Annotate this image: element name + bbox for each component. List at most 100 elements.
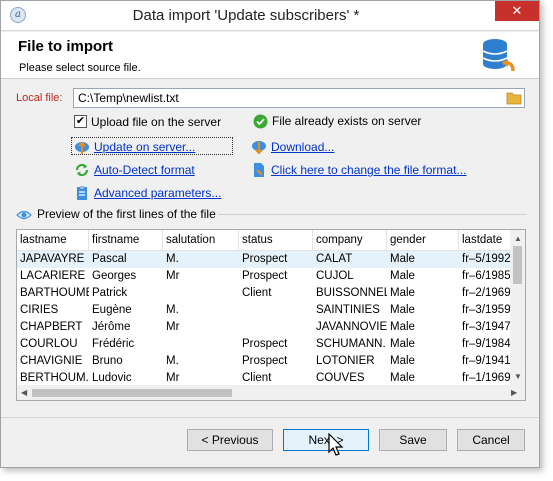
vertical-scroll-thumb[interactable] xyxy=(513,246,522,284)
title-bar[interactable]: a Data import 'Update subscribers' * ✕ xyxy=(1,1,539,31)
table-cell: JAPAVAYRE xyxy=(20,253,85,265)
upload-checkbox[interactable]: ✔ xyxy=(74,115,87,128)
column-header[interactable]: lastdate xyxy=(459,230,511,251)
mouse-cursor-icon xyxy=(328,433,344,456)
table-cell xyxy=(163,336,239,353)
table-cell xyxy=(239,302,313,319)
table-cell: CHAPBERT xyxy=(20,321,83,333)
previous-button[interactable]: < Previous xyxy=(187,429,273,451)
table-cell xyxy=(163,285,239,302)
table-cell: Jérôme xyxy=(92,321,131,333)
update-on-server-link[interactable]: Update on server... xyxy=(74,139,234,156)
database-import-icon xyxy=(482,39,515,72)
table-row[interactable]: JAPAVAYRE Pascal M. Prospect CALAT Male fr–5/1… xyxy=(17,251,511,268)
cloud-download-icon xyxy=(252,141,266,155)
table-cell: Mr xyxy=(166,270,180,282)
table-cell: Patrick xyxy=(92,287,128,299)
table-row[interactable]: BARTHOUME Patrick Client BUISSONNEL Male fr–2… xyxy=(17,285,511,302)
table-cell: fr–2/1969 xyxy=(462,287,511,299)
table-cell: Male xyxy=(390,338,415,350)
cloud-upload-icon xyxy=(75,141,89,154)
auto-detect-link-text[interactable]: Auto-Detect format xyxy=(94,163,195,177)
table-cell: Client xyxy=(242,287,272,299)
save-button[interactable]: Save xyxy=(379,429,447,451)
scroll-down-arrow[interactable]: ▼ xyxy=(514,372,522,382)
table-cell: Pascal xyxy=(92,253,127,265)
eye-icon xyxy=(16,210,32,220)
next-button[interactable]: Next > xyxy=(283,429,369,451)
column-header[interactable]: gender xyxy=(387,230,459,251)
preview-separator xyxy=(218,214,527,215)
table-row[interactable]: CHAVIGNIE Bruno M. Prospect LOTONIER Male fr–9… xyxy=(17,353,511,370)
scroll-left-arrow[interactable]: ◀ xyxy=(21,388,27,398)
window-title: Data import 'Update subscribers' * xyxy=(132,7,360,24)
table-cell: SAINTINIES xyxy=(316,304,380,316)
preview-grid[interactable]: lastname firstname salutation status company… xyxy=(16,229,526,401)
table-cell: Male xyxy=(390,270,415,282)
local-file-label: Local file: xyxy=(16,92,63,104)
auto-detect-link[interactable]: Auto-Detect format xyxy=(74,162,224,179)
document-edit-icon xyxy=(254,163,264,177)
horizontal-scrollbar[interactable]: ◀ ▶ xyxy=(17,385,525,400)
column-header[interactable]: lastname xyxy=(17,230,89,251)
horizontal-scroll-thumb[interactable] xyxy=(32,389,232,397)
advanced-parameters-link-text[interactable]: Advanced parameters... xyxy=(94,186,221,200)
page-subtitle: Please select source file. xyxy=(19,62,141,74)
folder-icon[interactable] xyxy=(506,90,522,105)
column-header[interactable]: status xyxy=(239,230,313,251)
update-on-server-link-text[interactable]: Update on server... xyxy=(94,140,195,154)
table-cell: Male xyxy=(390,355,415,367)
table-cell: SCHUMANN. xyxy=(316,338,386,350)
table-cell: CIRIES xyxy=(20,304,59,316)
table-row[interactable]: COURLOU Frédéric Prospect SCHUMANN. Male fr–9… xyxy=(17,336,511,353)
table-cell: LOTONIER xyxy=(316,355,375,367)
table-row[interactable]: LACARIERE Georges Mr Prospect CUJOL Male fr–6/… xyxy=(17,268,511,285)
table-cell: JAVANNOVIE xyxy=(316,321,387,333)
table-cell: Prospect xyxy=(242,270,288,282)
refresh-icon xyxy=(75,163,89,177)
table-row[interactable]: CIRIES Eugène M. SAINTINIES Male fr–3/1959 xyxy=(17,302,511,319)
table-cell: BUISSONNEL xyxy=(316,287,387,299)
table-cell: Prospect xyxy=(242,338,288,350)
vertical-scrollbar[interactable]: ▲ ▼ xyxy=(510,230,525,386)
grid-header: lastname firstname salutation status company… xyxy=(17,230,511,251)
close-button[interactable]: ✕ xyxy=(495,1,539,21)
table-cell: fr–5/1992 xyxy=(462,253,511,265)
table-cell: fr–9/1984 xyxy=(462,338,511,350)
table-cell: Male xyxy=(390,321,415,333)
green-check-icon xyxy=(253,114,268,129)
column-header[interactable]: firstname xyxy=(89,230,163,251)
table-cell: BARTHOUME xyxy=(20,287,89,299)
table-cell: fr–6/1985 xyxy=(462,270,511,282)
local-file-input[interactable]: C:\Temp\newlist.txt xyxy=(73,88,525,108)
table-cell: Male xyxy=(390,253,415,265)
table-cell: CUJOL xyxy=(316,270,354,282)
table-cell: Male xyxy=(390,287,415,299)
scroll-up-arrow[interactable]: ▲ xyxy=(514,234,522,244)
change-format-link[interactable]: Click here to change the file format... xyxy=(251,162,481,179)
cancel-button[interactable]: Cancel xyxy=(457,429,525,451)
table-cell: Eugène xyxy=(92,304,132,316)
table-cell: M. xyxy=(166,304,179,316)
table-row[interactable]: CHAPBERT Jérôme Mr JAVANNOVIE Male fr–3/1947 xyxy=(17,319,511,336)
column-header[interactable]: salutation xyxy=(163,230,239,251)
change-format-link-text[interactable]: Click here to change the file format... xyxy=(271,163,466,177)
table-cell: LACARIERE xyxy=(20,270,86,282)
advanced-parameters-link[interactable]: Advanced parameters... xyxy=(74,185,224,202)
file-status-text: File already exists on server xyxy=(272,114,422,128)
table-cell: fr–9/1941 xyxy=(462,355,511,367)
table-cell: Bruno xyxy=(92,355,123,367)
table-cell: COURLOU xyxy=(20,338,78,350)
table-cell: Prospect xyxy=(242,253,288,265)
scroll-right-arrow[interactable]: ▶ xyxy=(511,388,517,398)
table-cell xyxy=(239,319,313,336)
table-cell: CALAT xyxy=(316,253,353,265)
download-link-text[interactable]: Download... xyxy=(271,140,334,154)
import-wizard-window: a Data import 'Update subscribers' * ✕ F… xyxy=(0,0,540,468)
download-link[interactable]: Download... xyxy=(251,139,351,156)
page-title: File to import xyxy=(18,38,113,55)
table-cell: M. xyxy=(166,355,179,367)
column-header[interactable]: company xyxy=(313,230,387,251)
preview-label-text: Preview of the first lines of the file xyxy=(37,207,216,221)
upload-checkbox-label: Upload file on the server xyxy=(91,115,222,129)
